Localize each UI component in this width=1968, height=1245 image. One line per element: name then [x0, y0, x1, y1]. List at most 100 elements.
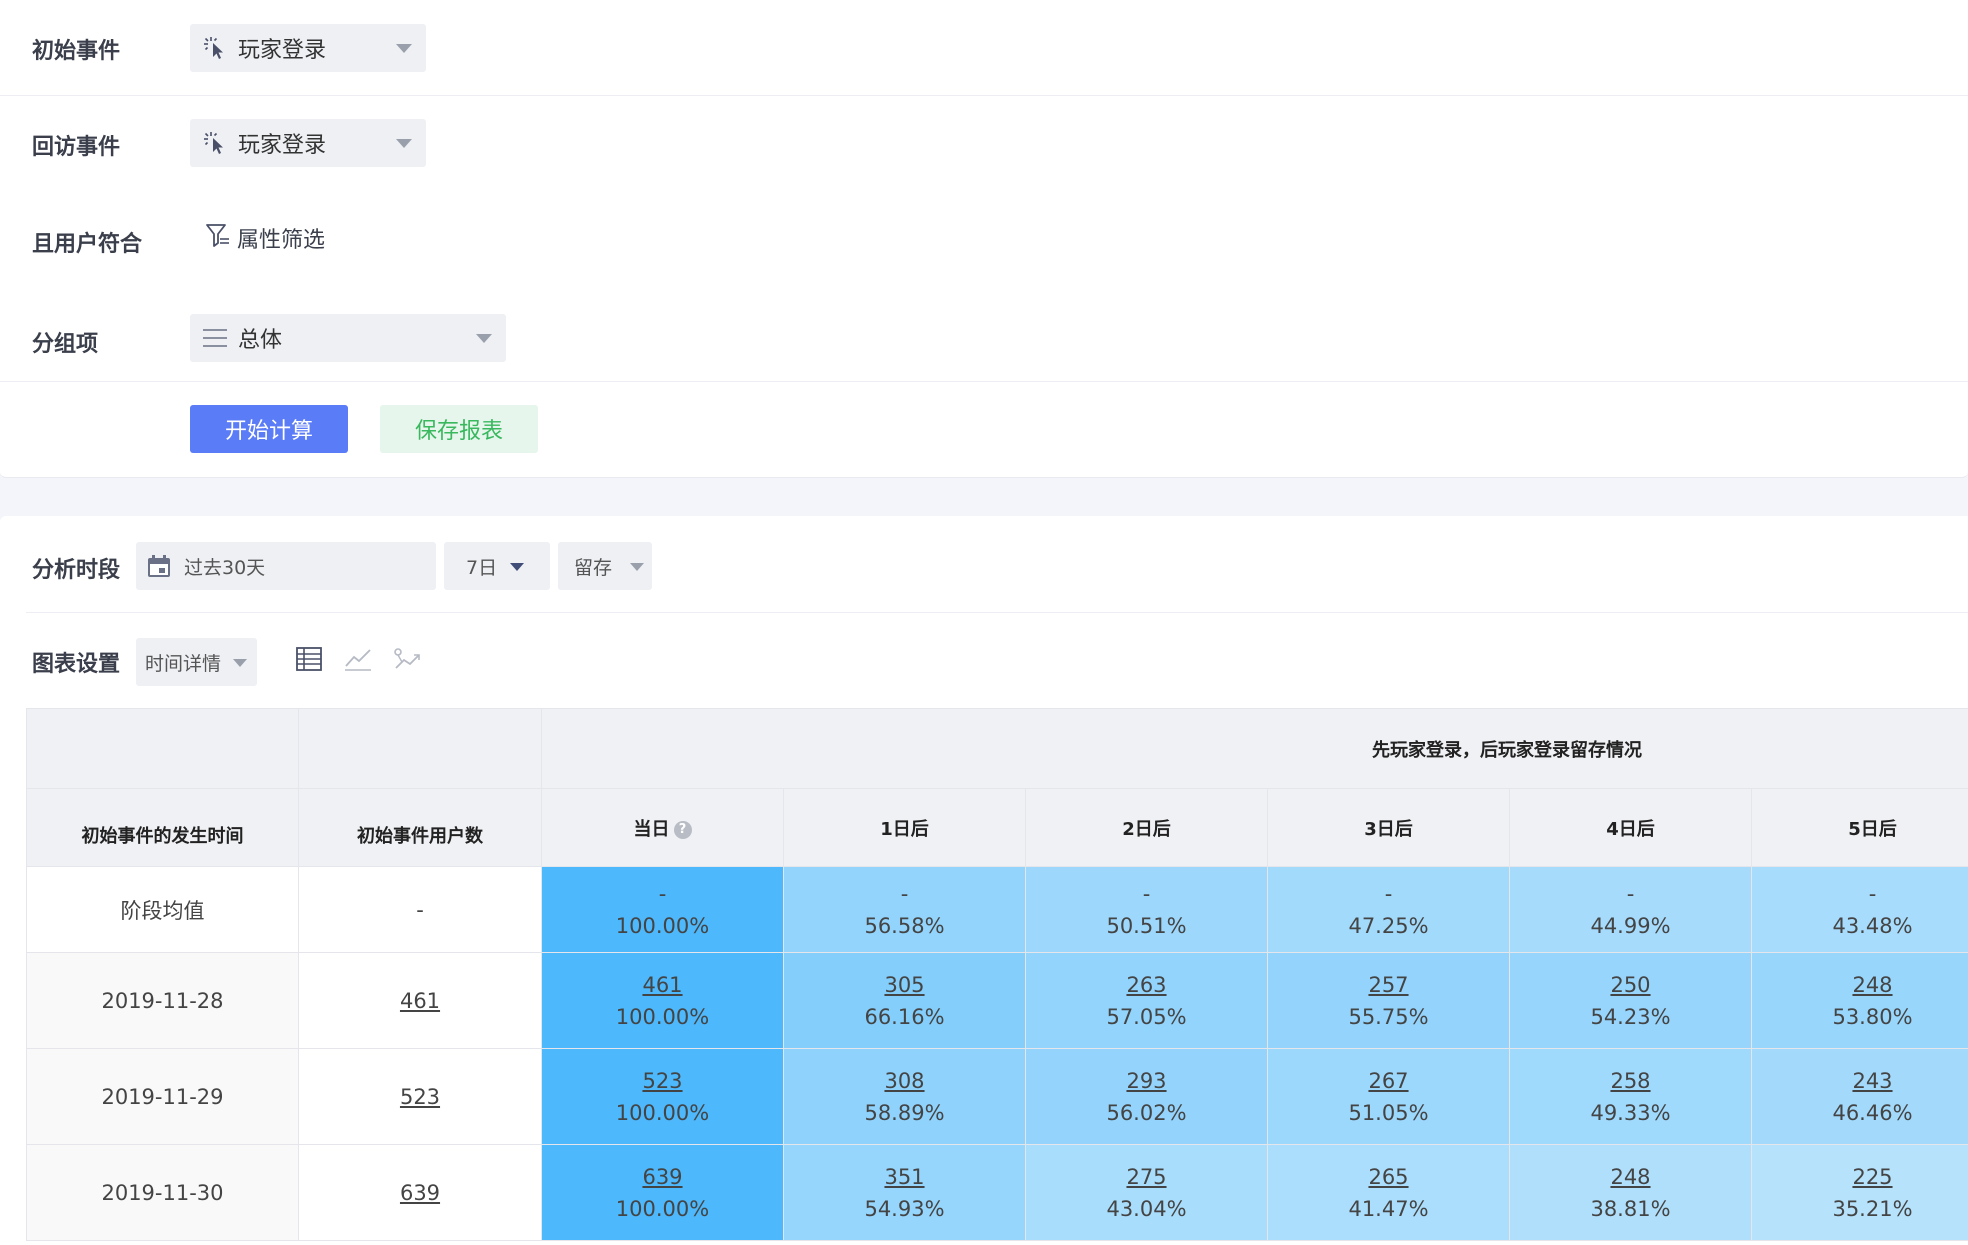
col-header-day1: 1日后 [783, 788, 1026, 867]
retention-count[interactable]: 293 [1026, 1065, 1267, 1097]
retention-rate: 55.75% [1348, 1004, 1429, 1029]
retention-count[interactable]: 265 [1268, 1161, 1509, 1193]
retention-cell[interactable]: 275 43.04% [1025, 1144, 1268, 1241]
attribute-filter-label: 属性筛选 [237, 228, 326, 253]
initial-event-label: 初始事件 [32, 39, 121, 64]
retention-rate: 46.46% [1832, 1100, 1913, 1125]
retention-count[interactable]: 225 [1752, 1161, 1968, 1193]
retention-cell: - 47.25% [1267, 866, 1510, 953]
return-event-select[interactable]: 玩家登录 [190, 119, 426, 167]
retention-rate: 56.58% [864, 913, 945, 938]
group-by-select[interactable]: 总体 [190, 314, 506, 362]
retention-cell[interactable]: 523 100.00% [541, 1048, 784, 1145]
retention-rate: 35.21% [1832, 1196, 1913, 1221]
day-col-label: 1日后 [880, 818, 929, 840]
retention-cell[interactable]: 293 56.02% [1025, 1048, 1268, 1145]
chart-settings-label: 图表设置 [32, 652, 121, 677]
retention-group-header: 先玩家登录，后玩家登录留存情况 [540, 708, 1968, 789]
date-range-picker[interactable]: 过去30天 [136, 542, 436, 590]
retention-rate: 100.00% [615, 1100, 710, 1125]
return-event-value: 玩家登录 [238, 133, 327, 158]
retention-cell[interactable]: 263 57.05% [1025, 952, 1268, 1049]
retention-count[interactable]: 258 [1510, 1065, 1751, 1097]
retention-rate: 100.00% [615, 1196, 710, 1221]
row-user-count[interactable]: 461 [298, 952, 542, 1049]
divider [0, 381, 1968, 382]
row-user-count[interactable]: 523 [298, 1048, 542, 1145]
initial-event-select[interactable]: 玩家登录 [190, 24, 426, 72]
list-icon [200, 323, 230, 353]
retention-table-body: 阶段均值 - - 100.00% - 56.58% - 50.51% - 47.25% - 44.99… [26, 866, 1968, 1241]
retention-rate: 38.81% [1590, 1196, 1671, 1221]
row-date: 2019-11-28 [26, 952, 299, 1049]
retention-count[interactable]: 248 [1752, 969, 1968, 1001]
metric-value: 留存 [574, 556, 613, 579]
retention-cell[interactable]: 250 54.23% [1509, 952, 1752, 1049]
row-date: 2019-11-29 [26, 1048, 299, 1145]
retention-count[interactable]: 461 [542, 969, 783, 1001]
retention-cell[interactable]: 257 55.75% [1267, 952, 1510, 1049]
chart-detail-value: 时间详情 [145, 652, 222, 675]
col-header-day4: 4日后 [1509, 788, 1752, 867]
retention-cell[interactable]: 267 51.05% [1267, 1048, 1510, 1145]
retention-count[interactable]: 257 [1268, 969, 1509, 1001]
retention-rate: 57.05% [1106, 1004, 1187, 1029]
retention-window-value: 7日 [466, 556, 498, 579]
retention-cell: - 44.99% [1509, 866, 1752, 953]
retention-count[interactable]: 243 [1752, 1065, 1968, 1097]
click-event-icon [200, 33, 230, 63]
retention-cell[interactable]: 639 100.00% [541, 1144, 784, 1241]
retention-cell: - 43.48% [1751, 866, 1968, 953]
retention-count[interactable]: 351 [784, 1161, 1025, 1193]
retention-cell[interactable]: 243 46.46% [1751, 1048, 1968, 1145]
retention-rate: 43.48% [1832, 913, 1913, 938]
retention-rate: 51.05% [1348, 1100, 1429, 1125]
trend-compare-icon[interactable] [392, 644, 422, 674]
user-count-link[interactable]: 461 [400, 989, 440, 1013]
retention-cell[interactable]: 248 38.81% [1509, 1144, 1752, 1241]
retention-rate: 50.51% [1106, 913, 1187, 938]
retention-count: - [658, 881, 667, 906]
retention-count[interactable]: 639 [542, 1161, 783, 1193]
retention-cell[interactable]: 308 58.89% [783, 1048, 1026, 1145]
retention-count[interactable]: 248 [1510, 1161, 1751, 1193]
line-chart-icon[interactable] [343, 644, 373, 674]
chevron-down-icon [396, 139, 412, 148]
retention-cell[interactable]: 461 100.00% [541, 952, 784, 1049]
retention-rate: 41.47% [1348, 1196, 1429, 1221]
header-spacer [298, 708, 542, 789]
user-filter-label: 且用户符合 [32, 232, 143, 257]
retention-count[interactable]: 263 [1026, 969, 1267, 1001]
retention-cell[interactable]: 225 35.21% [1751, 1144, 1968, 1241]
divider [0, 95, 1968, 96]
attribute-filter-button[interactable]: 属性筛选 [205, 222, 325, 254]
retention-count[interactable]: 523 [542, 1065, 783, 1097]
chart-detail-select[interactable]: 时间详情 [136, 638, 257, 686]
retention-cell[interactable]: 351 54.93% [783, 1144, 1026, 1241]
retention-cell[interactable]: 265 41.47% [1267, 1144, 1510, 1241]
retention-rate: 100.00% [615, 1004, 710, 1029]
save-report-button[interactable]: 保存报表 [380, 405, 538, 453]
retention-count[interactable]: 275 [1026, 1161, 1267, 1193]
retention-rate: 66.16% [864, 1004, 945, 1029]
retention-window-select[interactable]: 7日 [444, 542, 550, 590]
metric-select[interactable]: 留存 [558, 542, 652, 590]
user-count-link[interactable]: 639 [400, 1181, 440, 1205]
retention-count[interactable]: 305 [784, 969, 1025, 1001]
retention-cell: - 50.51% [1025, 866, 1268, 953]
retention-cell: - 56.58% [783, 866, 1026, 953]
start-compute-button[interactable]: 开始计算 [190, 405, 348, 453]
col-header-day3: 3日后 [1267, 788, 1510, 867]
user-count-link[interactable]: 523 [400, 1085, 440, 1109]
retention-count[interactable]: 308 [784, 1065, 1025, 1097]
retention-rate: 54.93% [864, 1196, 945, 1221]
help-icon[interactable]: ? [673, 820, 692, 839]
table-view-icon[interactable] [294, 644, 324, 674]
col-header-day5: 5日后 [1751, 788, 1968, 867]
retention-cell[interactable]: 248 53.80% [1751, 952, 1968, 1049]
row-user-count[interactable]: 639 [298, 1144, 542, 1241]
retention-cell[interactable]: 305 66.16% [783, 952, 1026, 1049]
retention-count[interactable]: 267 [1268, 1065, 1509, 1097]
retention-cell[interactable]: 258 49.33% [1509, 1048, 1752, 1145]
retention-count[interactable]: 250 [1510, 969, 1751, 1001]
